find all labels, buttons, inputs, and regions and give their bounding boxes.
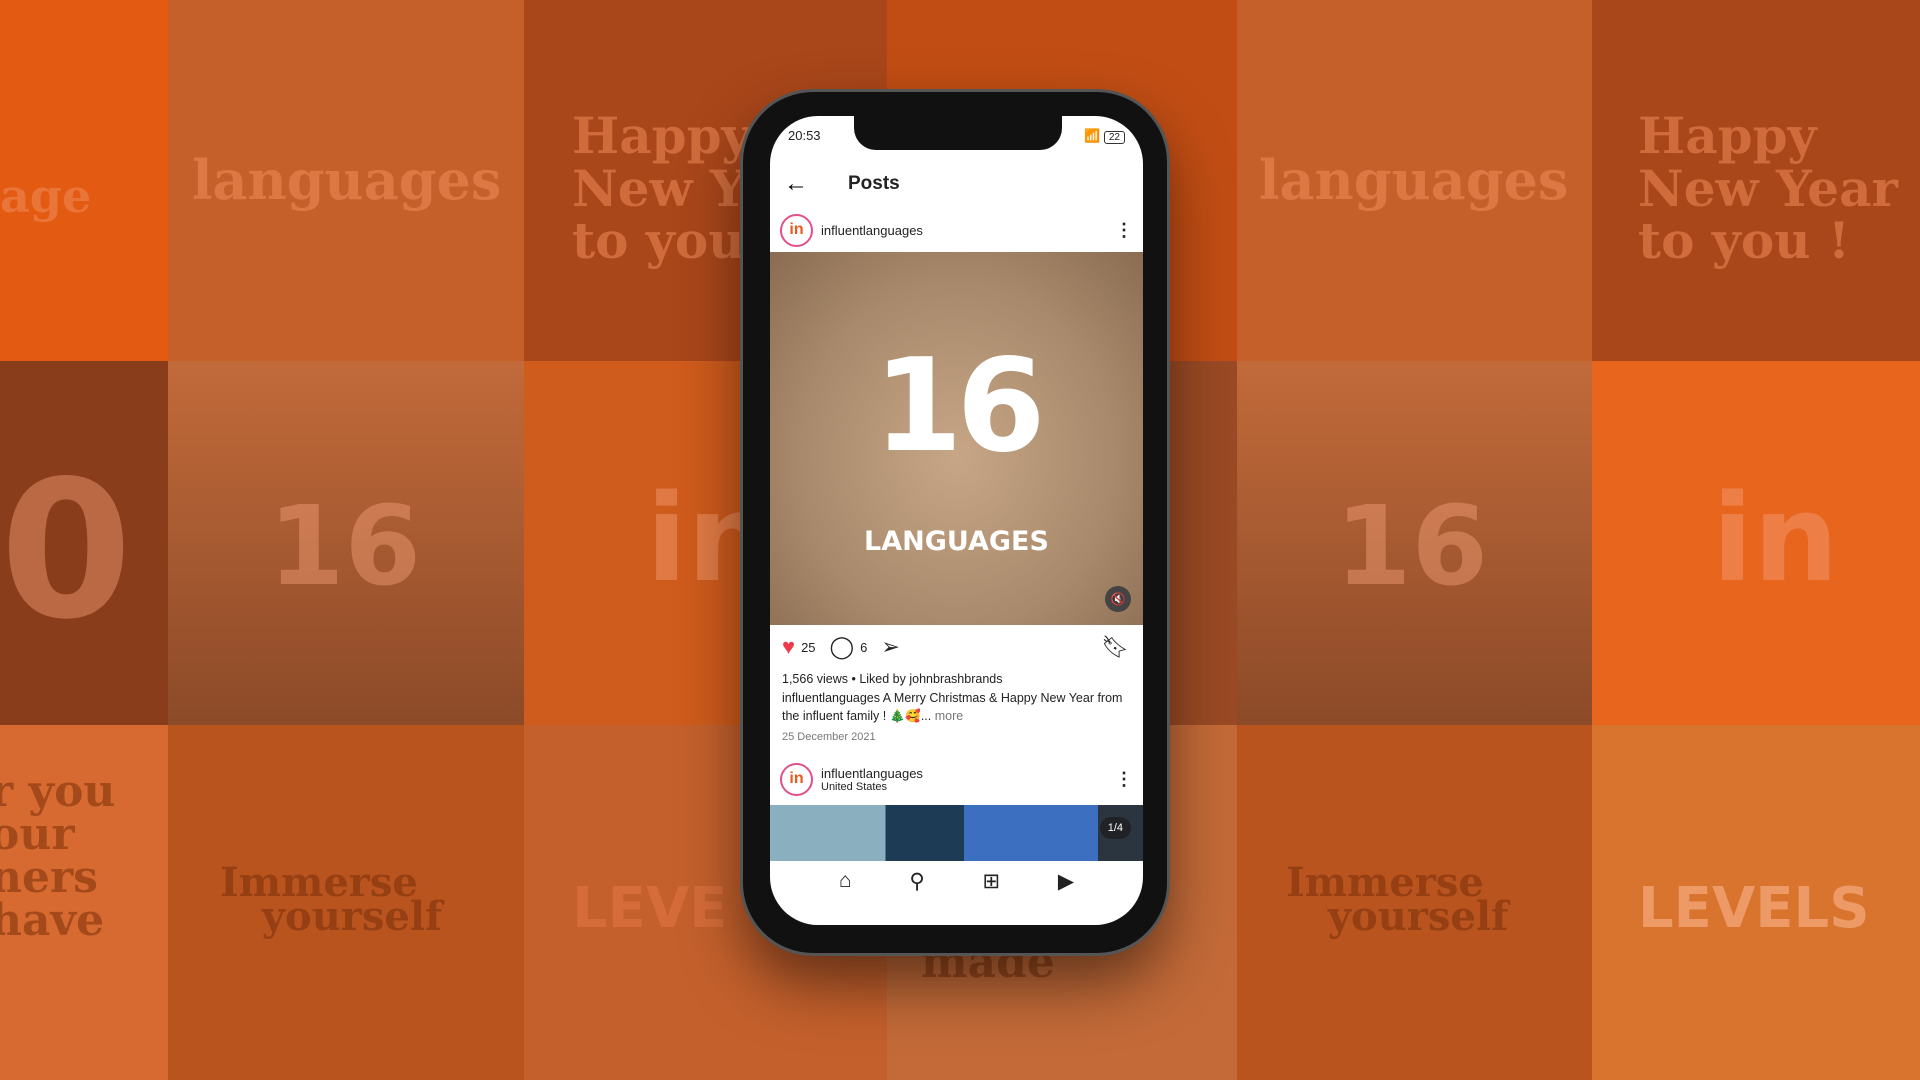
like-count: 25 xyxy=(801,639,816,655)
battery-icon: 22 xyxy=(1103,131,1125,144)
bookmark-icon[interactable]: 🔖︎ xyxy=(1101,634,1129,660)
more-options-icon[interactable]: ⋮ xyxy=(1115,221,1133,239)
bg-text: Happy New Year to you ! xyxy=(1638,106,1898,270)
post-media[interactable]: 16 LANGUAGES 🔇 xyxy=(770,252,1143,625)
carousel-counter: 1/4 xyxy=(1099,817,1131,839)
create-icon[interactable]: ⊞ xyxy=(983,869,1001,894)
home-icon[interactable]: ⌂ xyxy=(839,869,852,893)
bg-text: Immerse yourself xyxy=(1286,859,1509,940)
post-username[interactable]: influentlanguages xyxy=(821,223,923,238)
media-label: LANGUAGES xyxy=(864,526,1049,557)
post-date: 25 December 2021 xyxy=(782,731,876,743)
bg-text: 16 xyxy=(268,482,422,610)
caption: influentlanguages A Merry Christmas & Ha… xyxy=(782,689,1133,725)
more-link[interactable]: more xyxy=(935,709,963,723)
post-header: in influentlanguages ⋮ xyxy=(770,210,1143,250)
wifi-icon: 📶 xyxy=(1084,128,1101,143)
comment-icon[interactable]: ◯ xyxy=(830,634,855,660)
mute-icon[interactable]: 🔇 xyxy=(1105,586,1131,612)
comment-count: 6 xyxy=(860,639,868,655)
phone-screen: 20:53 📶 22 ← Posts in influentlanguages … xyxy=(770,116,1143,925)
media-number: 16 xyxy=(873,332,1045,481)
avatar[interactable]: in xyxy=(780,762,813,796)
bottom-nav: ⌂ ⚲ ⊞ ▶ xyxy=(770,861,1143,901)
bg-text: languages xyxy=(1259,148,1569,212)
next-post-location[interactable]: United States xyxy=(821,781,923,793)
next-post-username[interactable]: influentlanguages xyxy=(821,766,923,781)
phone-mockup: 20:53 📶 22 ← Posts in influentlanguages … xyxy=(743,92,1167,953)
next-post-header: in influentlanguages United States ⋮ xyxy=(770,756,1143,802)
page-title: Posts xyxy=(848,173,900,194)
bg-text: in xyxy=(1712,470,1839,609)
next-post-media[interactable]: 1/4 xyxy=(770,805,1143,861)
post-actions: ♥ 25 ◯ 6 ➢ 🔖︎ xyxy=(782,634,1129,660)
more-options-icon[interactable]: ⋮ xyxy=(1115,770,1133,788)
bg-text: LEVE xyxy=(572,876,728,941)
bg-text: age xyxy=(0,169,92,223)
views-line[interactable]: 1,566 views • Liked by johnbrashbrands xyxy=(782,670,1133,688)
share-icon[interactable]: ➢ xyxy=(881,634,899,660)
bg-text: Happy New Y to you xyxy=(572,106,751,270)
reels-icon[interactable]: ▶ xyxy=(1058,869,1074,894)
status-icons: 📶 22 xyxy=(1084,128,1125,144)
notch xyxy=(854,116,1062,150)
avatar[interactable]: in xyxy=(780,213,813,247)
search-icon[interactable]: ⚲ xyxy=(909,869,924,894)
bg-text: LEVELS xyxy=(1638,876,1870,941)
bg-text: 16 xyxy=(1335,482,1489,610)
bg-text: Immerse yourself xyxy=(220,859,443,940)
bg-text: 0 xyxy=(0,440,133,661)
heart-icon[interactable]: ♥ xyxy=(782,634,795,660)
caption-user[interactable]: influentlanguages xyxy=(782,691,880,705)
bg-text: languages xyxy=(192,148,502,212)
header: ← Posts xyxy=(770,164,1143,204)
status-time: 20:53 xyxy=(788,128,821,143)
bg-text: r you our ners have xyxy=(0,766,116,946)
arrow-left-icon[interactable]: ← xyxy=(784,170,824,198)
